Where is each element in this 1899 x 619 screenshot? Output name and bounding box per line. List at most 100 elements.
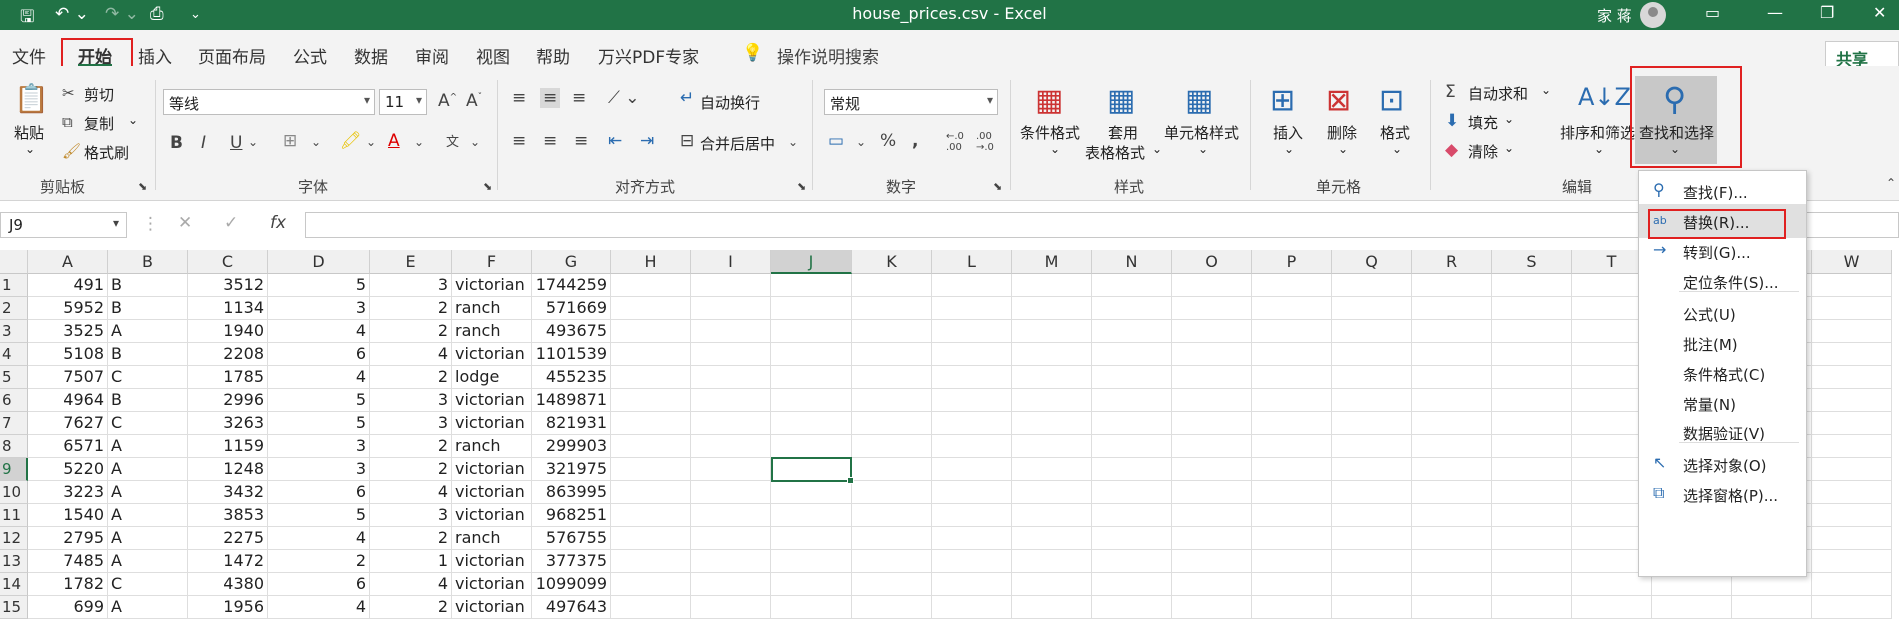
table-cell[interactable]: 4 bbox=[370, 343, 452, 366]
empty-cell[interactable] bbox=[1252, 366, 1332, 389]
autosum-chevron-icon[interactable]: ⌄ bbox=[1541, 83, 1551, 97]
paste-icon[interactable]: 📋 bbox=[14, 82, 49, 115]
table-cell[interactable]: 2 bbox=[370, 527, 452, 550]
empty-cell[interactable] bbox=[691, 412, 771, 435]
comma-style-icon[interactable]: , bbox=[912, 131, 918, 151]
tab-wondershare-pdf[interactable]: 万兴PDF专家 bbox=[598, 43, 699, 68]
empty-cell[interactable] bbox=[1012, 297, 1092, 320]
empty-cell[interactable] bbox=[1812, 550, 1892, 573]
empty-cell[interactable] bbox=[1252, 320, 1332, 343]
empty-cell[interactable] bbox=[1012, 504, 1092, 527]
column-header-d[interactable]: D bbox=[268, 250, 370, 274]
tab-formulas[interactable]: 公式 bbox=[293, 43, 327, 68]
empty-cell[interactable] bbox=[1012, 366, 1092, 389]
empty-cell[interactable] bbox=[1012, 596, 1092, 619]
empty-cell[interactable] bbox=[852, 573, 932, 596]
align-top-icon[interactable]: ≡ bbox=[512, 88, 526, 108]
table-cell[interactable]: 6 bbox=[268, 481, 370, 504]
table-cell[interactable]: A bbox=[108, 504, 188, 527]
collapse-ribbon-icon[interactable]: ⌃ bbox=[1886, 176, 1896, 190]
table-cell[interactable]: 1101539 bbox=[532, 343, 611, 366]
empty-cell[interactable] bbox=[1092, 573, 1172, 596]
empty-cell[interactable] bbox=[1012, 320, 1092, 343]
empty-cell[interactable] bbox=[1092, 527, 1172, 550]
empty-cell[interactable] bbox=[1412, 412, 1492, 435]
column-header-q[interactable]: Q bbox=[1332, 250, 1412, 274]
close-icon[interactable]: ✕ bbox=[1873, 3, 1886, 22]
empty-cell[interactable] bbox=[1332, 274, 1412, 297]
empty-cell[interactable] bbox=[611, 573, 691, 596]
percent-icon[interactable]: % bbox=[880, 131, 896, 151]
empty-cell[interactable] bbox=[611, 550, 691, 573]
menu-item-selection-pane[interactable]: ⧉ 选择窗格(P)... bbox=[1639, 477, 1806, 511]
empty-cell[interactable] bbox=[932, 412, 1012, 435]
empty-cell[interactable] bbox=[1412, 573, 1492, 596]
empty-cell[interactable] bbox=[932, 596, 1012, 619]
empty-cell[interactable] bbox=[1412, 343, 1492, 366]
empty-cell[interactable] bbox=[1332, 343, 1412, 366]
share-button[interactable]: 共享 bbox=[1825, 41, 1899, 69]
empty-cell[interactable] bbox=[1492, 412, 1572, 435]
empty-cell[interactable] bbox=[771, 573, 852, 596]
empty-cell[interactable] bbox=[611, 320, 691, 343]
number-format-select[interactable]: 常规 bbox=[824, 89, 998, 115]
empty-cell[interactable] bbox=[1812, 596, 1892, 619]
table-cell[interactable]: 5 bbox=[268, 389, 370, 412]
empty-cell[interactable] bbox=[1252, 458, 1332, 481]
empty-cell[interactable] bbox=[611, 274, 691, 297]
empty-cell[interactable] bbox=[691, 458, 771, 481]
empty-cell[interactable] bbox=[1172, 527, 1252, 550]
empty-cell[interactable] bbox=[1492, 366, 1572, 389]
empty-cell[interactable] bbox=[852, 435, 932, 458]
table-cell[interactable]: 3 bbox=[370, 412, 452, 435]
column-header-b[interactable]: B bbox=[108, 250, 188, 274]
table-cell[interactable]: 576755 bbox=[532, 527, 611, 550]
column-header-w[interactable]: W bbox=[1812, 250, 1892, 274]
row-header[interactable]: 1 bbox=[0, 274, 28, 297]
table-cell[interactable]: victorian bbox=[452, 389, 532, 412]
empty-cell[interactable] bbox=[1012, 389, 1092, 412]
table-cell[interactable]: B bbox=[108, 297, 188, 320]
table-cell[interactable]: B bbox=[108, 343, 188, 366]
empty-cell[interactable] bbox=[691, 573, 771, 596]
empty-cell[interactable] bbox=[852, 527, 932, 550]
table-cell[interactable]: 2275 bbox=[188, 527, 268, 550]
table-cell[interactable]: 6 bbox=[268, 573, 370, 596]
orientation-icon[interactable]: ⟋ ⌄ bbox=[608, 88, 640, 108]
conditional-formatting-chevron-icon[interactable]: ⌄ bbox=[1050, 142, 1060, 156]
avatar[interactable] bbox=[1640, 2, 1666, 28]
select-all-corner[interactable] bbox=[0, 250, 28, 274]
paste-button[interactable]: 粘贴 bbox=[14, 122, 44, 143]
empty-cell[interactable] bbox=[1652, 596, 1732, 619]
empty-cell[interactable] bbox=[771, 481, 852, 504]
font-color-icon[interactable]: A bbox=[388, 131, 400, 151]
empty-cell[interactable] bbox=[1492, 504, 1572, 527]
empty-cell[interactable] bbox=[932, 550, 1012, 573]
empty-cell[interactable] bbox=[1412, 389, 1492, 412]
empty-cell[interactable] bbox=[691, 481, 771, 504]
empty-cell[interactable] bbox=[1332, 596, 1412, 619]
empty-cell[interactable] bbox=[1332, 412, 1412, 435]
empty-cell[interactable] bbox=[1812, 389, 1892, 412]
row-header[interactable]: 7 bbox=[0, 412, 28, 435]
empty-cell[interactable] bbox=[691, 343, 771, 366]
empty-cell[interactable] bbox=[932, 389, 1012, 412]
table-cell[interactable]: 1540 bbox=[28, 504, 108, 527]
name-box-chevron-icon[interactable]: ▾ bbox=[113, 216, 119, 230]
clipboard-launcher-icon[interactable]: ⬊ bbox=[138, 180, 147, 193]
empty-cell[interactable] bbox=[852, 297, 932, 320]
column-header-j[interactable]: J bbox=[771, 250, 852, 274]
row-header[interactable]: 15 bbox=[0, 596, 28, 619]
empty-cell[interactable] bbox=[1092, 458, 1172, 481]
table-cell[interactable]: 1785 bbox=[188, 366, 268, 389]
empty-cell[interactable] bbox=[1092, 550, 1172, 573]
insert-function-icon[interactable]: fx bbox=[270, 213, 286, 233]
menu-item-conditional-formatting[interactable]: 条件格式(C) bbox=[1639, 356, 1806, 390]
row-header[interactable]: 13 bbox=[0, 550, 28, 573]
confirm-entry-icon[interactable]: ✓ bbox=[224, 213, 238, 233]
fill-color-chevron-icon[interactable]: ⌄ bbox=[366, 135, 376, 149]
table-cell[interactable]: 4 bbox=[268, 596, 370, 619]
empty-cell[interactable] bbox=[1572, 596, 1652, 619]
empty-cell[interactable] bbox=[1812, 527, 1892, 550]
table-cell[interactable]: 3 bbox=[268, 297, 370, 320]
